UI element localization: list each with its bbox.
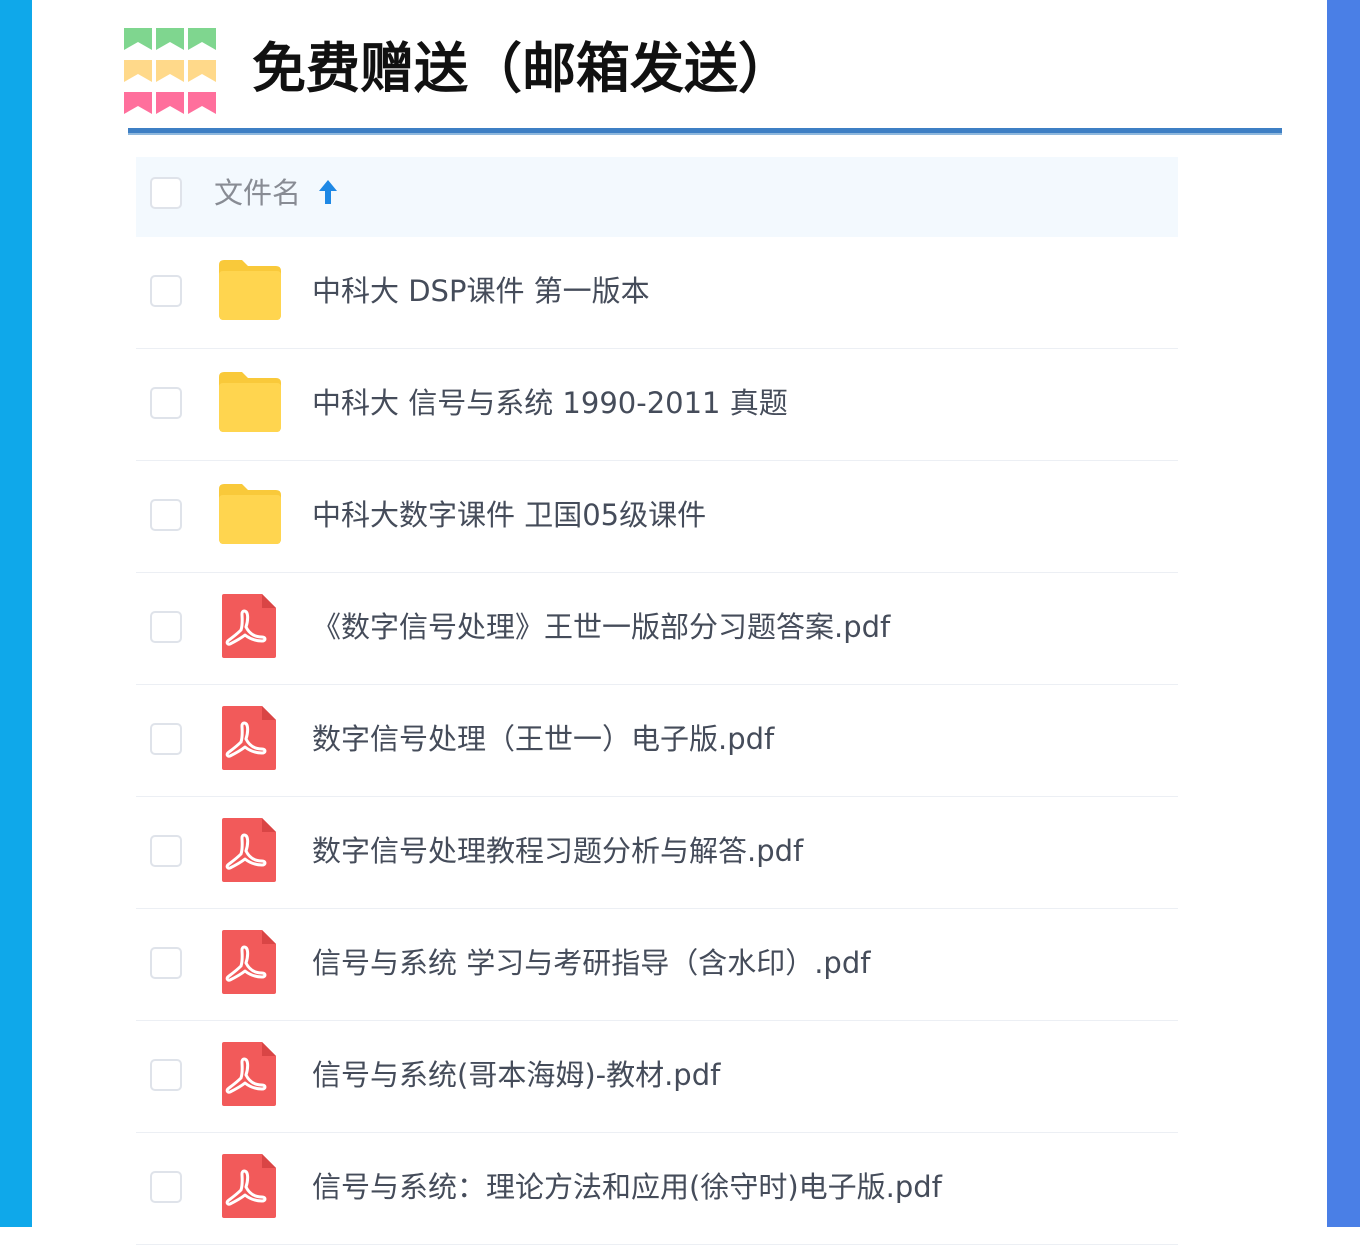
row-checkbox[interactable] bbox=[150, 1171, 182, 1203]
file-row[interactable]: 信号与系统 学习与考研指导（含水印）.pdf bbox=[136, 909, 1178, 1021]
pdf-file-icon bbox=[216, 817, 284, 883]
row-checkbox[interactable] bbox=[150, 387, 182, 419]
left-accent-bar bbox=[0, 0, 32, 1227]
select-all-checkbox[interactable] bbox=[150, 177, 182, 209]
folder-icon bbox=[216, 257, 284, 323]
file-name[interactable]: 中科大 DSP课件 第一版本 bbox=[312, 269, 650, 313]
row-checkbox[interactable] bbox=[150, 611, 182, 643]
pdf-file-icon bbox=[216, 1041, 284, 1107]
folder-icon bbox=[216, 481, 284, 547]
pdf-file-icon bbox=[216, 929, 284, 995]
column-header-filename[interactable]: 文件名 bbox=[214, 171, 301, 215]
file-name[interactable]: 信号与系统：理论方法和应用(徐守时)电子版.pdf bbox=[312, 1165, 942, 1209]
file-name[interactable]: 中科大数字课件 卫国05级课件 bbox=[312, 493, 706, 537]
row-checkbox[interactable] bbox=[150, 947, 182, 979]
row-checkbox[interactable] bbox=[150, 1059, 182, 1091]
file-name[interactable]: 数字信号处理（王世一）电子版.pdf bbox=[312, 717, 774, 761]
file-row[interactable]: 中科大 DSP课件 第一版本 bbox=[136, 237, 1178, 349]
file-row[interactable]: 《数字信号处理》王世一版部分习题答案.pdf bbox=[136, 573, 1178, 685]
file-name[interactable]: 《数字信号处理》王世一版部分习题答案.pdf bbox=[312, 605, 890, 649]
file-name[interactable]: 信号与系统 学习与考研指导（含水印）.pdf bbox=[312, 941, 870, 985]
row-checkbox[interactable] bbox=[150, 499, 182, 531]
file-name[interactable]: 中科大 信号与系统 1990-2011 真题 bbox=[312, 381, 788, 425]
table-header: 文件名 bbox=[136, 157, 1178, 237]
file-list: 文件名 中科大 DSP课件 第一版本中科大 信号与系统 1990-2011 真题… bbox=[136, 157, 1178, 1245]
row-checkbox[interactable] bbox=[150, 723, 182, 755]
file-name[interactable]: 信号与系统(哥本海姆)-教材.pdf bbox=[312, 1053, 720, 1097]
file-row[interactable]: 中科大 信号与系统 1990-2011 真题 bbox=[136, 349, 1178, 461]
file-row[interactable]: 数字信号处理（王世一）电子版.pdf bbox=[136, 685, 1178, 797]
row-checkbox[interactable] bbox=[150, 275, 182, 307]
file-row[interactable]: 信号与系统：理论方法和应用(徐守时)电子版.pdf bbox=[136, 1133, 1178, 1245]
folder-icon bbox=[216, 369, 284, 435]
pdf-file-icon bbox=[216, 1153, 284, 1219]
file-row[interactable]: 中科大数字课件 卫国05级课件 bbox=[136, 461, 1178, 573]
bunting-flags-icon bbox=[124, 28, 216, 114]
row-checkbox[interactable] bbox=[150, 835, 182, 867]
pdf-file-icon bbox=[216, 593, 284, 659]
file-name[interactable]: 数字信号处理教程习题分析与解答.pdf bbox=[312, 829, 803, 873]
arrow-up-icon[interactable] bbox=[316, 177, 340, 207]
file-row[interactable]: 信号与系统(哥本海姆)-教材.pdf bbox=[136, 1021, 1178, 1133]
pdf-file-icon bbox=[216, 705, 284, 771]
file-row[interactable]: 数字信号处理教程习题分析与解答.pdf bbox=[136, 797, 1178, 909]
right-accent-bar bbox=[1327, 0, 1360, 1227]
page-title: 免费赠送（邮箱发送） bbox=[252, 37, 792, 100]
title-underline bbox=[128, 128, 1282, 135]
